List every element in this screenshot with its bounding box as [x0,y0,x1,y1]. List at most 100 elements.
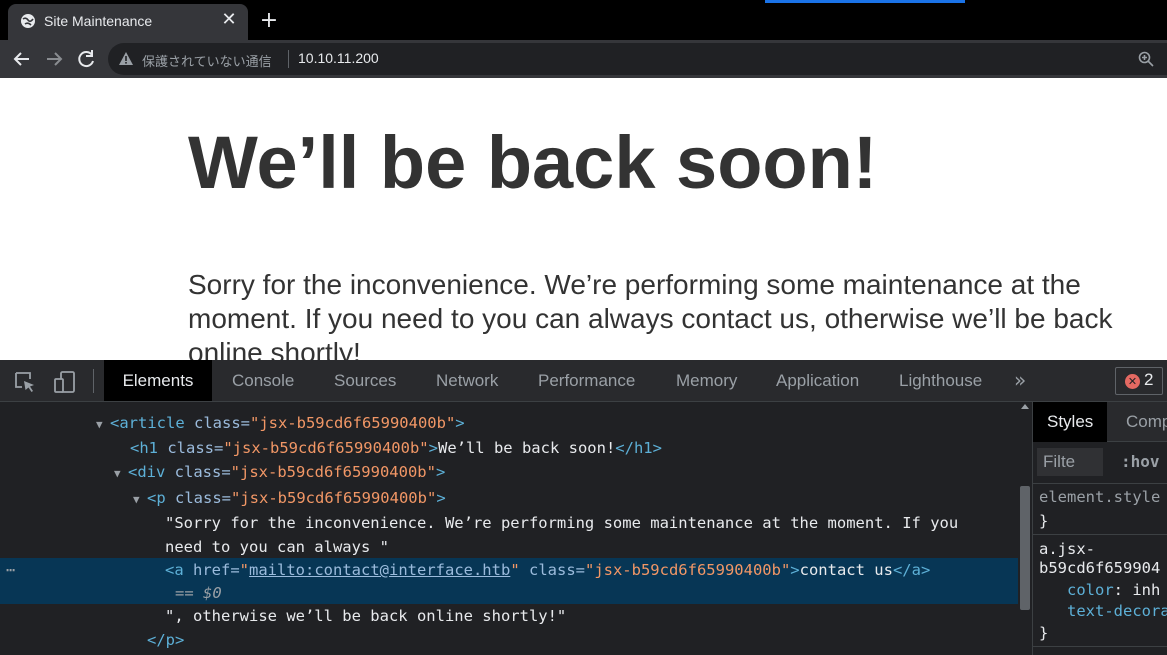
tab-lighthouse[interactable]: Lighthouse [899,360,982,401]
text-node: We’ll be back soon! [437,439,616,457]
tag-bracket: > [790,561,800,579]
back-arrow-icon[interactable] [8,45,36,73]
browser-tab[interactable]: Site Maintenance ✕ [8,4,248,40]
close-tab-icon[interactable]: ✕ [218,9,240,31]
tag-name: <div [128,463,166,481]
tab-elements[interactable]: Elements [104,360,212,401]
security-status-text[interactable]: 保護されていない通信 [142,51,272,70]
browser-toolbar: 保護されていない通信 10.10.11.200 [0,40,1167,78]
dom-row-text1[interactable]: "Sorry for the inconvenience. We’re perf… [0,511,1018,535]
tab-console[interactable]: Console [232,360,294,401]
tag-name: <a [165,561,184,579]
omnibox-separator [288,50,289,68]
dom-row-anchor-selected[interactable]: ⋯ <a href="mailto:contact@interface.htb"… [0,558,1018,582]
tab-strip: Site Maintenance ✕ + [0,0,1167,40]
tab-performance[interactable]: Performance [538,360,635,401]
dom-row-h1[interactable]: <h1 class="jsx-b59cd6f65990400b">We’ll b… [0,436,1018,460]
reload-icon[interactable] [72,45,100,73]
dom-tree[interactable]: ▼ <article class="jsx-b59cd6f65990400b"> … [0,402,1018,655]
dom-row-eq-marker: == $0 [0,582,1018,604]
page-paragraph: Sorry for the inconvenience. We’re perfo… [188,269,1113,360]
address-bar[interactable]: 保護されていない通信 10.10.11.200 [108,43,1167,75]
attr-value: "jsx-b59cd6f65990400b" [230,463,436,481]
error-count: 2 [1144,370,1154,389]
tab-network[interactable]: Network [436,360,498,401]
css-prop-name: text-decora [1067,602,1167,620]
scroll-up-icon[interactable] [1021,404,1029,409]
tag-name: <article [110,414,185,432]
toolbar-divider [93,369,94,393]
attr-name: class= [519,561,585,579]
brace-close: } [1039,624,1049,642]
expand-triangle-icon[interactable]: ▼ [114,462,128,486]
devtools-tabbar: Elements Console Sources Network Perform… [0,360,1167,402]
text-node: ", otherwise we’ll be back online shortl… [165,607,567,625]
text-node: "Sorry for the inconvenience. We’re perf… [165,514,959,532]
scroll-thumb[interactable] [1020,486,1030,610]
attr-name: class= [158,439,224,457]
tag-close: </a> [892,561,931,579]
tag-close: </h1> [615,439,662,457]
dom-row-p-close[interactable]: </p> [0,628,1018,652]
forward-arrow-icon[interactable] [40,45,68,73]
tag-bracket: > [435,463,446,481]
attr-name: href= [183,561,240,579]
url-text[interactable]: 10.10.11.200 [298,50,379,66]
selected-node-marker: == $0 [175,584,222,602]
dom-row-text2[interactable]: ", otherwise we’ll be back online shortl… [0,604,1018,628]
dom-row-p[interactable]: ▼ <p class="jsx-b59cd6f65990400b"> [0,486,1018,510]
dom-row-text1-cont[interactable]: need to you can always " [0,535,1018,559]
text-node: contact us [799,561,893,579]
new-tab-button[interactable]: + [256,8,282,34]
hover-state-toggle[interactable]: :hov [1121,448,1160,476]
element-style-selector: element.style [1039,488,1161,506]
error-count-badge[interactable]: ✕ 2 [1115,367,1163,395]
inspect-element-icon[interactable] [13,370,37,394]
styles-tabbar: Styles Comp [1033,402,1167,442]
expand-triangle-icon[interactable]: ▼ [133,488,147,512]
tag-close: </p> [147,631,185,649]
dom-row-article[interactable]: ▼ <article class="jsx-b59cd6f65990400b"> [0,411,1018,435]
window-accent-line [765,0,965,3]
zoom-icon[interactable] [1137,50,1155,68]
attr-value: "jsx-b59cd6f65990400b" [231,489,437,507]
styles-filter-input[interactable]: Filte [1037,448,1103,476]
attr-value: "jsx-b59cd6f65990400b" [249,414,456,432]
page-heading: We’ll be back soon! [188,121,878,204]
tag-name: <p [147,489,166,507]
css-prop-value: inh [1132,581,1161,599]
css-prop-name: color [1067,581,1114,599]
dom-scrollbar[interactable] [1018,402,1032,655]
text-node: need to you can always " [165,538,389,556]
rule-separator [1033,646,1167,647]
expand-triangle-icon[interactable]: ▼ [96,413,110,437]
tag-bracket: > [428,439,438,457]
attr-name: class= [165,463,231,481]
tab-application[interactable]: Application [776,360,859,401]
href-link[interactable]: mailto:contact@interface.htb [249,561,510,579]
styles-filter-bar: Filte :hov [1033,442,1167,484]
rule-separator [1033,534,1167,535]
tab-sources[interactable]: Sources [334,360,396,401]
dom-row-div[interactable]: ▼ <div class="jsx-b59cd6f65990400b"> [0,460,1018,484]
attr-name: class= [165,489,231,507]
rule-selector-line2: b59cd6f659904 [1039,559,1161,577]
globe-icon [21,14,35,28]
more-options-icon[interactable]: ⋯ [6,558,15,582]
tab-title: Site Maintenance [44,13,153,29]
tab-styles[interactable]: Styles [1033,402,1108,442]
tag-name: <h1 [130,439,158,457]
devtools-panel: Elements Console Sources Network Perform… [0,360,1167,655]
tab-memory[interactable]: Memory [676,360,737,401]
css-property-color: color: inh [1067,581,1161,599]
brace-open: } [1039,512,1049,530]
more-tabs-button[interactable]: » [1014,368,1026,392]
warning-triangle-icon[interactable] [118,51,134,67]
device-toolbar-icon[interactable] [53,370,77,394]
tag-bracket: > [436,489,446,507]
attr-value: "jsx-b59cd6f65990400b" [584,561,791,579]
attr-value: "jsx-b59cd6f65990400b" [223,439,429,457]
tag-bracket: > [455,414,465,432]
tab-computed[interactable]: Comp [1112,402,1167,442]
attr-name: class= [184,414,250,432]
